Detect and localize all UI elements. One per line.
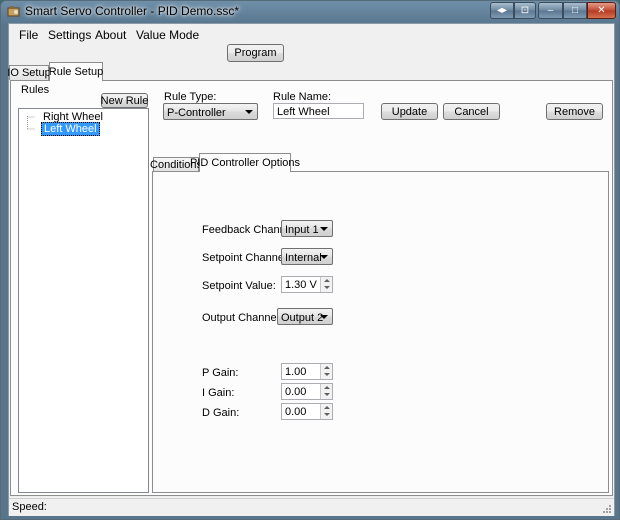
d-gain-stepper[interactable]: 0.00 bbox=[281, 403, 333, 420]
update-button[interactable]: Update bbox=[381, 103, 438, 120]
p-gain-value: 1.00 bbox=[285, 366, 307, 378]
minimize-button[interactable]: – bbox=[538, 2, 563, 19]
title-bar[interactable]: Smart Servo Controller - PID Demo.ssc* ◂… bbox=[1, 1, 619, 22]
setpoint-channel-combo[interactable]: Internal bbox=[281, 248, 333, 265]
chevron-down-icon bbox=[245, 110, 253, 114]
tree-item-left-wheel[interactable]: Left Wheel bbox=[41, 122, 100, 136]
spin-down-icon[interactable] bbox=[320, 411, 332, 419]
rule-type-value: P-Controller bbox=[167, 107, 226, 119]
tab-pid-controller-options[interactable]: PID Controller Options bbox=[190, 153, 300, 172]
menu-value-mode[interactable]: Value Mode bbox=[136, 28, 199, 42]
setpoint-value-label: Setpoint Value: bbox=[202, 280, 276, 292]
menu-settings[interactable]: Settings bbox=[48, 28, 91, 42]
client-area: File Settings About Value Mode Program I… bbox=[7, 23, 615, 516]
tree-lines-icon bbox=[27, 116, 35, 130]
cancel-button[interactable]: Cancel bbox=[443, 103, 500, 120]
chevron-down-icon bbox=[320, 227, 328, 231]
rule-name-label: Rule Name: bbox=[273, 91, 332, 103]
feedback-channel-combo[interactable]: Input 1 bbox=[281, 220, 333, 237]
speed-label: Speed: bbox=[12, 501, 47, 513]
rule-type-combo[interactable]: P-Controller bbox=[163, 103, 258, 120]
output-channel-combo[interactable]: Output 2 bbox=[277, 308, 333, 325]
program-button[interactable]: Program bbox=[227, 44, 284, 62]
status-bar: Speed: bbox=[9, 498, 614, 516]
menu-file[interactable]: File bbox=[19, 28, 38, 42]
feedback-channel-value: Input 1 bbox=[285, 224, 319, 236]
tab-io-setup[interactable]: IO Setup bbox=[7, 65, 51, 80]
maximize-button[interactable]: □ bbox=[563, 2, 587, 19]
i-gain-value: 0.00 bbox=[285, 386, 307, 398]
p-gain-stepper[interactable]: 1.00 bbox=[281, 363, 333, 380]
menu-bar: File Settings About Value Mode bbox=[9, 24, 614, 44]
rule-name-value: Left Wheel bbox=[277, 106, 330, 118]
rule-setup-page: Rules New Rule Right Wheel Left Wheel Ru… bbox=[10, 80, 613, 496]
setpoint-channel-value: Internal bbox=[285, 252, 322, 264]
pid-options-page: Feedback Channel: Input 1 Setpoint Chann… bbox=[152, 171, 609, 493]
menu-about[interactable]: About bbox=[95, 28, 126, 42]
close-button[interactable]: ✕ bbox=[587, 2, 616, 19]
output-channel-label: Output Channel: bbox=[202, 312, 283, 324]
setpoint-channel-label: Setpoint Channel: bbox=[202, 252, 290, 264]
tab-rule-setup[interactable]: Rule Setup bbox=[49, 62, 103, 81]
spin-down-icon[interactable] bbox=[320, 371, 332, 379]
resize-grip-icon[interactable] bbox=[602, 504, 612, 514]
window-title: Smart Servo Controller - PID Demo.ssc* bbox=[25, 4, 240, 18]
d-gain-label: D Gain: bbox=[202, 407, 240, 419]
help-icon[interactable]: ⊡ bbox=[514, 2, 536, 19]
rules-tree[interactable]: Right Wheel Left Wheel bbox=[18, 108, 149, 493]
rule-type-label: Rule Type: bbox=[164, 91, 217, 103]
chevron-down-icon bbox=[320, 255, 328, 259]
p-gain-label: P Gain: bbox=[202, 367, 239, 379]
setpoint-value: 1.30 V bbox=[285, 279, 317, 291]
rules-group-label: Rules bbox=[21, 84, 50, 96]
spin-down-icon[interactable] bbox=[320, 391, 332, 399]
i-gain-label: I Gain: bbox=[202, 387, 235, 399]
chevron-down-icon bbox=[320, 315, 328, 319]
app-window: Smart Servo Controller - PID Demo.ssc* ◂… bbox=[0, 0, 620, 520]
setpoint-value-stepper[interactable]: 1.30 V bbox=[281, 276, 333, 293]
rule-name-input[interactable]: Left Wheel bbox=[273, 103, 364, 119]
d-gain-value: 0.00 bbox=[285, 406, 307, 418]
app-icon bbox=[7, 6, 20, 17]
remove-button[interactable]: Remove bbox=[546, 103, 603, 120]
new-rule-button[interactable]: New Rule bbox=[101, 93, 148, 108]
output-channel-value: Output 2 bbox=[281, 312, 324, 324]
spin-down-icon[interactable] bbox=[320, 284, 332, 292]
i-gain-stepper[interactable]: 0.00 bbox=[281, 383, 333, 400]
resize-icon[interactable]: ◂▸ bbox=[490, 2, 514, 19]
